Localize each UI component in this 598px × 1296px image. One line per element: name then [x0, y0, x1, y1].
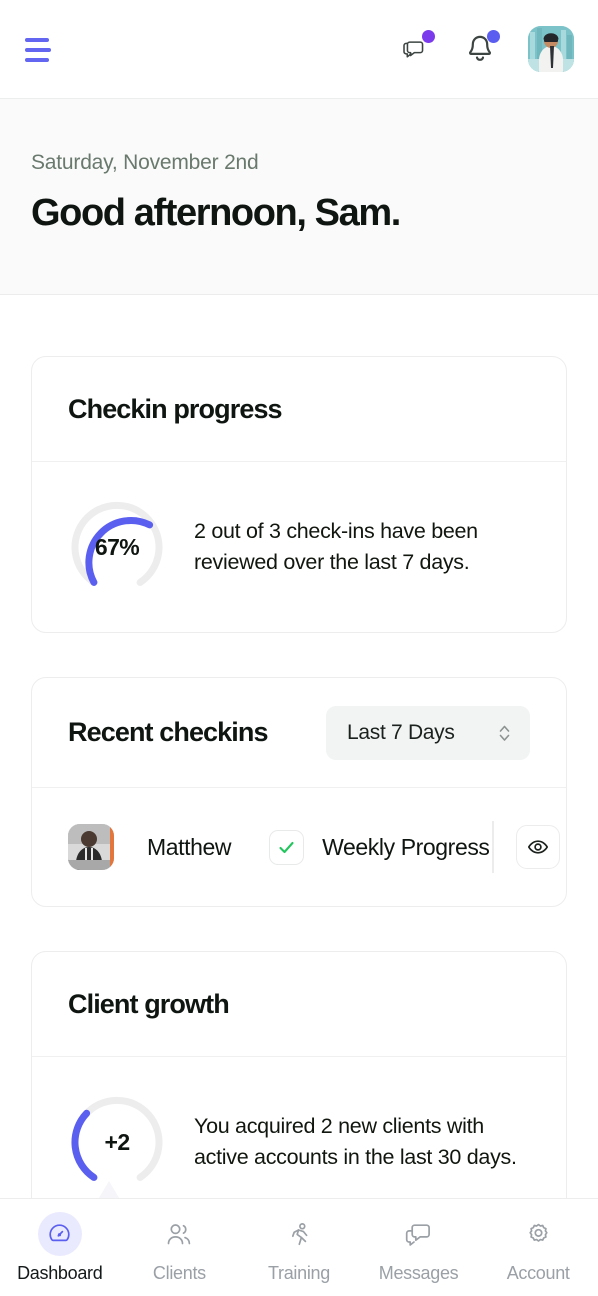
client-name: Matthew	[147, 833, 232, 860]
nav-label: Messages	[378, 1263, 459, 1283]
card-title: Client growth	[68, 988, 230, 1019]
nav-label: Training	[268, 1263, 330, 1283]
nav-label: Account	[506, 1263, 570, 1283]
nav-icon-wrap	[277, 1212, 321, 1256]
client-growth-description: You acquired 2 new clients with active a…	[194, 1114, 517, 1169]
card-header: Client growth	[32, 952, 566, 1057]
avatar-image	[528, 26, 574, 72]
checkin-progress-gauge: 67%	[68, 498, 166, 596]
view-checkin-button[interactable]	[515, 825, 560, 869]
hamburger-line	[25, 58, 49, 62]
nav-item-dashboard[interactable]: Dashboard	[0, 1212, 120, 1284]
nav-item-training[interactable]: Training	[239, 1212, 359, 1284]
card-header: Recent checkins Last 7 Days	[32, 678, 566, 788]
nav-icon-wrap	[516, 1212, 560, 1256]
bottom-navigation: Dashboard Clients Training Messages Acco…	[0, 1198, 598, 1296]
top-bar-actions	[398, 26, 574, 72]
client-growth-gauge: +2	[68, 1093, 166, 1191]
top-bar	[0, 0, 598, 99]
card-title: Checkin progress	[68, 393, 283, 424]
main-content: Checkin progress 67% 2 out of 3 check-in…	[0, 295, 598, 1198]
chevron-up-down-icon	[499, 725, 510, 741]
recent-checkins-card: Recent checkins Last 7 Days Matthew Week…	[31, 677, 567, 907]
notifications-badge-dot	[487, 30, 500, 43]
client-growth-card: Client growth +2 You acquired 2 new clie…	[31, 951, 567, 1198]
page-title: Good afternoon, Sam.	[31, 192, 401, 234]
running-person-icon	[291, 1222, 308, 1245]
table-row[interactable]: Matthew Weekly Progress	[32, 788, 566, 906]
nav-item-messages[interactable]: Messages	[359, 1212, 479, 1284]
checkin-status-badge[interactable]	[269, 829, 305, 865]
checkin-type: Weekly Progress	[322, 833, 490, 860]
nav-icon-wrap	[397, 1212, 441, 1256]
nav-item-account[interactable]: Account	[478, 1212, 598, 1284]
client-avatar-image	[68, 824, 114, 870]
gear-icon	[529, 1223, 548, 1242]
app-root: Saturday, November 2nd Good afternoon, S…	[0, 0, 598, 1296]
gauge-value: 67%	[94, 533, 140, 560]
gauge-value: +2	[104, 1128, 130, 1155]
row-divider	[491, 821, 494, 873]
date-range-select[interactable]: Last 7 Days	[326, 706, 530, 760]
greeting-banner: Saturday, November 2nd Good afternoon, S…	[0, 99, 598, 295]
checkin-progress-card: Checkin progress 67% 2 out of 3 check-in…	[31, 356, 567, 633]
nav-item-clients[interactable]: Clients	[120, 1212, 240, 1284]
client-avatar	[68, 824, 114, 870]
eye-icon	[527, 840, 548, 854]
card-title: Recent checkins	[68, 717, 269, 748]
greeting-date: Saturday, November 2nd	[31, 151, 259, 174]
card-body: +2 You acquired 2 new clients with activ…	[32, 1057, 566, 1198]
nav-label: Dashboard	[17, 1263, 103, 1283]
gauge-icon	[49, 1223, 70, 1241]
card-body: 67% 2 out of 3 check-ins have been revie…	[32, 462, 566, 632]
check-icon	[279, 841, 294, 853]
nav-icon-wrap	[37, 1212, 82, 1256]
checkin-progress-description: 2 out of 3 check-ins have been reviewed …	[194, 519, 478, 574]
card-header: Checkin progress	[32, 357, 566, 462]
hamburger-menu-icon[interactable]	[25, 34, 59, 64]
messages-button[interactable]	[398, 30, 435, 66]
nav-label: Clients	[152, 1263, 206, 1283]
messages-badge-dot	[422, 30, 435, 43]
chat-bubbles-icon	[405, 1223, 431, 1246]
date-range-value: Last 7 Days	[347, 721, 455, 744]
avatar[interactable]	[528, 26, 574, 72]
people-icon	[168, 1223, 191, 1244]
hamburger-line	[25, 48, 51, 52]
hamburger-line	[25, 38, 49, 42]
notifications-button[interactable]	[463, 30, 500, 66]
growth-chart-marker	[79, 1181, 139, 1198]
nav-icon-wrap	[157, 1212, 201, 1256]
